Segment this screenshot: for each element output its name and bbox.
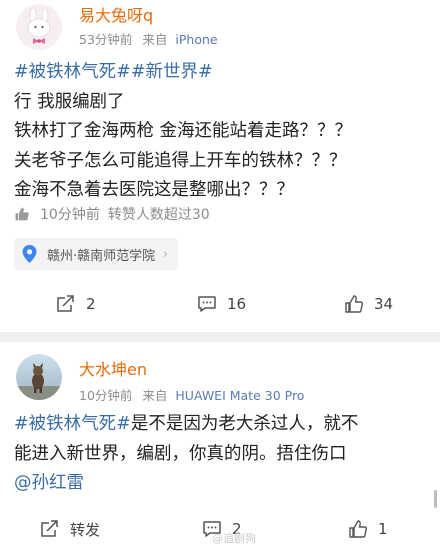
post-text: 是不是因为老大杀过人，就不 (130, 414, 359, 434)
content-line: 关老爷子怎么可能追得上开车的铁林？？？ (14, 147, 430, 177)
avatar[interactable] (16, 354, 62, 400)
content-line: 能进入新世界，编剧，你真的阴。捂住伤口 (14, 440, 430, 470)
repost-label: 转发 (70, 520, 101, 539)
chevron-right-icon: › (163, 247, 168, 261)
liked-text: 转赞人数超过30 (107, 207, 210, 223)
liked-info: 10分钟前 转赞人数超过30 (14, 204, 210, 224)
repost-count: 2 (86, 295, 96, 313)
source-prefix: 来自 (142, 32, 168, 47)
source-prefix: 来自 (142, 388, 168, 403)
repost-button[interactable]: 转发 (40, 509, 100, 549)
location-tag[interactable]: 赣州·赣南师范学院 › (14, 238, 178, 270)
post-time: 10分钟前 (79, 388, 133, 403)
like-count: 1 (378, 520, 388, 538)
avatar-bunny-image (16, 4, 62, 50)
author-name[interactable]: 大水坤en (79, 356, 147, 380)
post-meta: 53分钟前 来自 iPhone (79, 29, 218, 48)
liked-time: 10分钟前 (40, 207, 100, 223)
location-pin-icon (22, 245, 37, 263)
comment-button[interactable]: 16 (197, 284, 246, 324)
post-text: 行 我服编剧了 (14, 91, 125, 112)
watermark: @追剧狗 (212, 532, 256, 545)
thumb-up-icon (15, 207, 29, 221)
hashtag-link[interactable]: #被铁林气死##新世界# (14, 62, 213, 82)
post-text: 关老爷子怎么可能追得上开车的铁林？？？ (14, 150, 347, 171)
post-text: 铁林打了金海两枪 金海还能站着走路？？？ (14, 121, 353, 141)
post-content: #被铁林气死##新世界# 行 我服编剧了铁林打了金海两枪 金海还能站着走路？？？ 关… (14, 58, 430, 206)
device-source[interactable]: iPhone (175, 32, 217, 47)
post-time: 53分钟前 (79, 32, 133, 47)
comment-icon (198, 296, 216, 312)
avatar[interactable] (16, 4, 62, 50)
location-label: 赣州·赣南师范学院 (47, 248, 156, 264)
thumb-up-icon (345, 295, 364, 313)
post-text: 金海不急着去医院这是整哪出？？？ (14, 180, 294, 200)
post-divider (0, 332, 440, 342)
repost-icon (41, 520, 58, 537)
avatar-dog-image (16, 354, 62, 400)
action-bar: 2 16 34 (0, 284, 440, 324)
device-source[interactable]: HUAWEI Mate 30 Pro (175, 388, 304, 403)
like-count: 34 (374, 295, 394, 313)
post-text: 能进入新世界，编剧，你真的阴。捂住伤口 (14, 443, 347, 464)
content-line: 行 我服编剧了 (14, 88, 430, 118)
content-line: 金海不急着去医院这是整哪出？？？ (14, 176, 430, 206)
author-name[interactable]: 易大兔呀q (79, 2, 153, 26)
mention-link[interactable]: @孙红雷 (14, 473, 84, 493)
thumb-up-icon (349, 520, 368, 538)
content-line: @孙红雷 (14, 469, 430, 499)
weibo-post: 易大兔呀q 53分钟前 来自 iPhone #被铁林气死##新世界# 行 我服编剧了… (0, 0, 440, 332)
content-line: #被铁林气死#是不是因为老大杀过人，就不 (14, 410, 430, 440)
weibo-post: 大水坤en 10分钟前 来自 HUAWEI Mate 30 Pro #被铁林气死#… (0, 342, 440, 551)
post-content: #被铁林气死#是不是因为老大杀过人，就不能进入新世界，编剧，你真的阴。捂住伤口 @… (14, 410, 430, 499)
content-line: 铁林打了金海两枪 金海还能站着走路？？？ (14, 117, 430, 147)
scrollbar[interactable] (434, 490, 437, 508)
repost-icon (57, 295, 74, 312)
hashtag-link[interactable]: #被铁林气死# (14, 414, 131, 434)
like-button[interactable]: 1 (348, 509, 388, 549)
post-meta: 10分钟前 来自 HUAWEI Mate 30 Pro (79, 385, 304, 404)
like-button[interactable]: 34 (344, 284, 393, 324)
content-line: #被铁林气死##新世界# (14, 58, 430, 88)
repost-button[interactable]: 2 (56, 284, 96, 324)
comment-count: 16 (227, 295, 247, 313)
